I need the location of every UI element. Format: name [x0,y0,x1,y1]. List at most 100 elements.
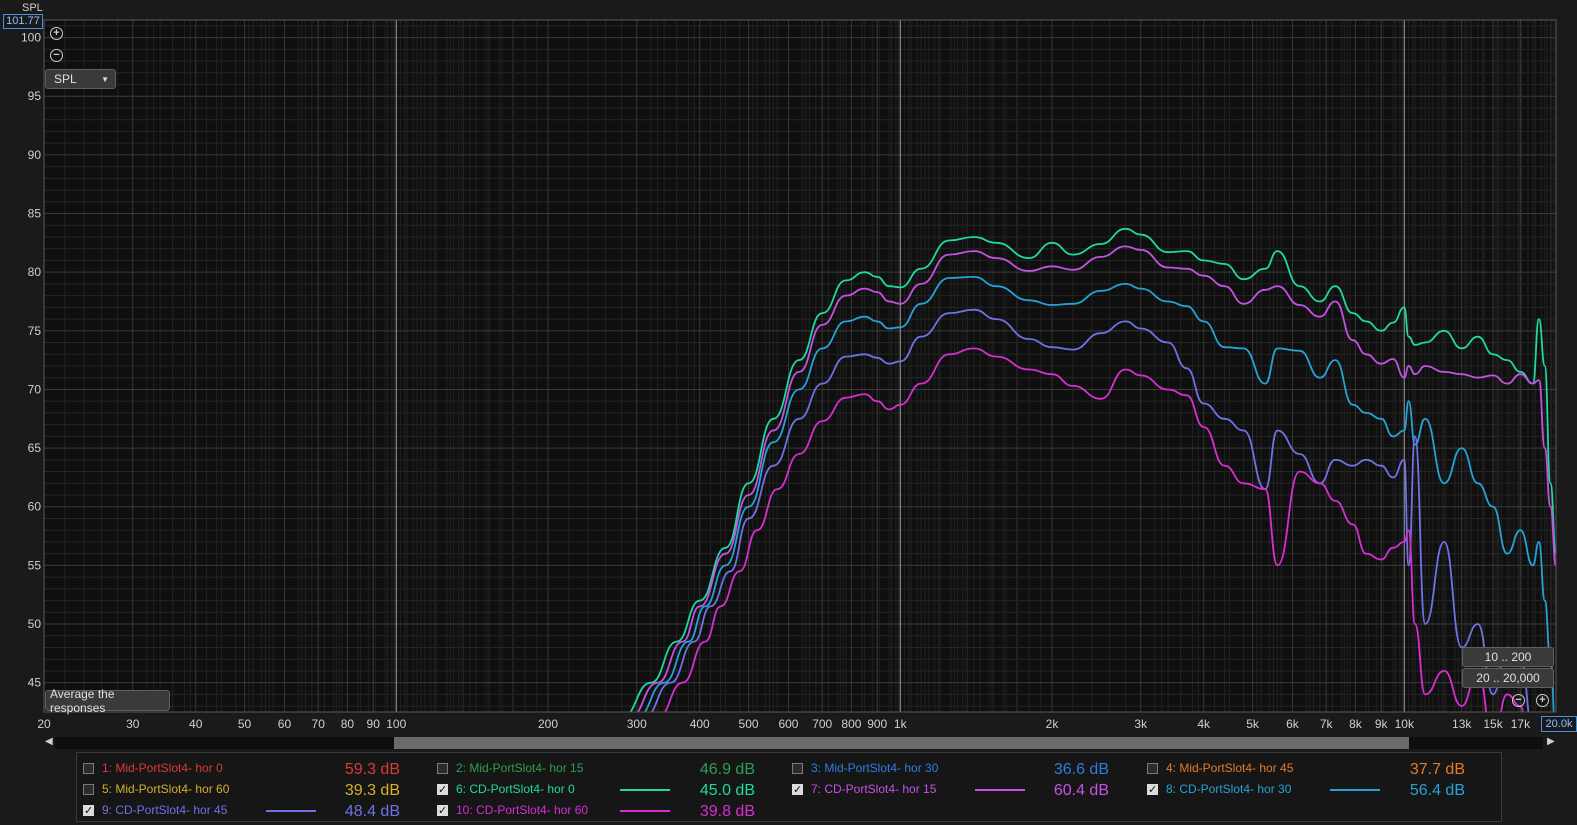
legend-color-swatch [1330,789,1380,791]
legend-checkbox[interactable]: ✓ [437,783,448,795]
y-tick-label: 70 [28,382,42,396]
legend-value: 39.3 dB [344,782,400,799]
x-tick-label: 40 [189,717,203,731]
x-tick-label: 8k [1349,717,1363,731]
legend-label: 1: Mid-PortSlot4- hor 0 [102,761,223,775]
x-axis-ticks: 20 30 40 50 60 70 80 90 100 200 300 400 500 600 700 800… [37,717,1531,731]
y-tick-label: 80 [28,265,42,279]
legend-item[interactable]: ✓ 9: CD-PortSlot4- hor 45 [83,800,227,820]
x-tick-label: 3k [1134,717,1148,731]
legend-value: 46.9 dB [699,761,755,778]
y-tick-label: 55 [28,558,42,572]
range-button-20-20000[interactable]: 20 .. 20,000 [1462,668,1554,688]
y-tick-label: 45 [28,676,42,690]
legend-item[interactable]: ✓ 6: CD-PortSlot4- hor 0 [437,779,575,799]
x-tick-label: 15k [1483,717,1503,731]
y-tick-label: 65 [28,441,42,455]
x-tick-label: 400 [690,717,710,731]
y-tick-label: 100 [21,31,41,45]
x-tick-label: 1k [894,717,908,731]
legend-item[interactable]: 3: Mid-PortSlot4- hor 30 [792,758,938,778]
x-tick-label: 20 [37,717,51,731]
legend-checkbox[interactable]: ✓ [792,783,803,795]
average-responses-button[interactable]: Average the responses [45,687,170,715]
x-tick-label: 50 [238,717,252,731]
y-tick-label: 50 [28,617,42,631]
legend-label: 3: Mid-PortSlot4- hor 30 [811,761,939,775]
x-tick-label: 10k [1395,717,1415,731]
x-tick-label: 2k [1046,717,1060,731]
legend-label: 5: Mid-PortSlot4- hor 60 [102,782,230,796]
x-end-readout: 20.0k [1541,716,1577,732]
y-tick-label: 60 [28,500,42,514]
horizontal-scrollbar[interactable] [55,737,1543,749]
x-tick-label: 70 [312,717,326,731]
legend-color-swatch [620,789,670,791]
legend-label: 7: CD-PortSlot4- hor 15 [811,782,937,796]
legend-value: 39.8 dB [699,803,755,820]
chevron-down-icon: ▼ [101,74,109,84]
x-tick-label: 17k [1511,717,1531,731]
legend-label: 2: Mid-PortSlot4- hor 15 [456,761,584,775]
legend-checkbox[interactable]: ✓ [1147,783,1158,795]
legend-value: 60.4 dB [1053,782,1109,799]
legend-checkbox[interactable] [1147,762,1158,774]
y-tick-label: 85 [28,207,42,221]
legend-color-swatch [975,789,1025,791]
legend-checkbox[interactable] [83,762,94,774]
legend-item[interactable]: ✓ 10: CD-PortSlot4- hor 60 [437,800,588,820]
zoom-in-icon[interactable]: + [50,27,63,40]
x-tick-label: 5k [1246,717,1260,731]
scrollbar-thumb[interactable] [394,737,1409,749]
legend-color-swatch [620,810,670,812]
x-tick-label: 60 [278,717,292,731]
legend-value: 45.0 dB [699,782,755,799]
legend-item[interactable]: ✓ 7: CD-PortSlot4- hor 15 [792,779,936,799]
legend-label: 8: CD-PortSlot4- hor 30 [1166,782,1292,796]
x-tick-label: 90 [367,717,381,731]
legend-checkbox[interactable] [83,783,94,795]
x-tick-label: 200 [538,717,558,731]
y-axis-label: SPL [22,2,43,14]
legend-checkbox[interactable] [792,762,803,774]
dropdown-value: SPL [54,72,77,86]
scroll-right-icon[interactable]: ▶ [1547,736,1555,747]
legend-item[interactable]: 1: Mid-PortSlot4- hor 0 [83,758,223,778]
legend-color-swatch [266,810,316,812]
x-tick-label: 100 [386,717,406,731]
legend-value: 48.4 dB [344,803,400,820]
legend-value: 59.3 dB [344,761,400,778]
y-tick-label: 75 [28,324,42,338]
legend-panel: 1: Mid-PortSlot4- hor 0 59.3 dB 2: Mid-Por… [76,752,1502,822]
legend-item[interactable]: 4: Mid-PortSlot4- hor 45 [1147,758,1293,778]
scroll-left-icon[interactable]: ◀ [45,736,53,747]
legend-value: 36.6 dB [1053,761,1109,778]
x-tick-label: 300 [627,717,647,731]
legend-label: 9: CD-PortSlot4- hor 45 [102,803,228,817]
legend-label: 6: CD-PortSlot4- hor 0 [456,782,575,796]
x-zoom-in-icon[interactable]: + [1536,694,1549,707]
y-axis-ticks: 100 95 90 85 80 75 70 65 60 55 50 45 [21,31,41,690]
x-tick-label: 800 [841,717,861,731]
legend-label: 10: CD-PortSlot4- hor 60 [456,803,589,817]
legend-checkbox[interactable] [437,762,448,774]
legend-item[interactable]: ✓ 8: CD-PortSlot4- hor 30 [1147,779,1291,799]
x-tick-label: 80 [341,717,355,731]
y-tick-label: 95 [28,89,42,103]
x-zoom-out-icon[interactable]: − [1512,694,1525,707]
legend-value: 37.7 dB [1409,761,1465,778]
measurement-type-dropdown[interactable]: SPL ▼ [45,69,116,89]
x-tick-label: 4k [1197,717,1211,731]
x-tick-label: 30 [126,717,140,731]
range-button-10-200[interactable]: 10 .. 200 [1462,647,1554,667]
legend-checkbox[interactable]: ✓ [437,804,448,816]
spl-chart: 100 95 90 85 80 75 70 65 60 55 50 45 20 30 40 50 60 70 80… [21,19,1557,731]
legend-item[interactable]: 5: Mid-PortSlot4- hor 60 [83,779,229,799]
y-tick-label: 90 [28,148,42,162]
legend-checkbox[interactable]: ✓ [83,804,94,816]
zoom-out-icon[interactable]: − [50,49,63,62]
x-tick-label: 700 [812,717,832,731]
x-tick-label: 13k [1452,717,1472,731]
cursor-value-readout: 101.77 [3,14,43,29]
legend-item[interactable]: 2: Mid-PortSlot4- hor 15 [437,758,583,778]
